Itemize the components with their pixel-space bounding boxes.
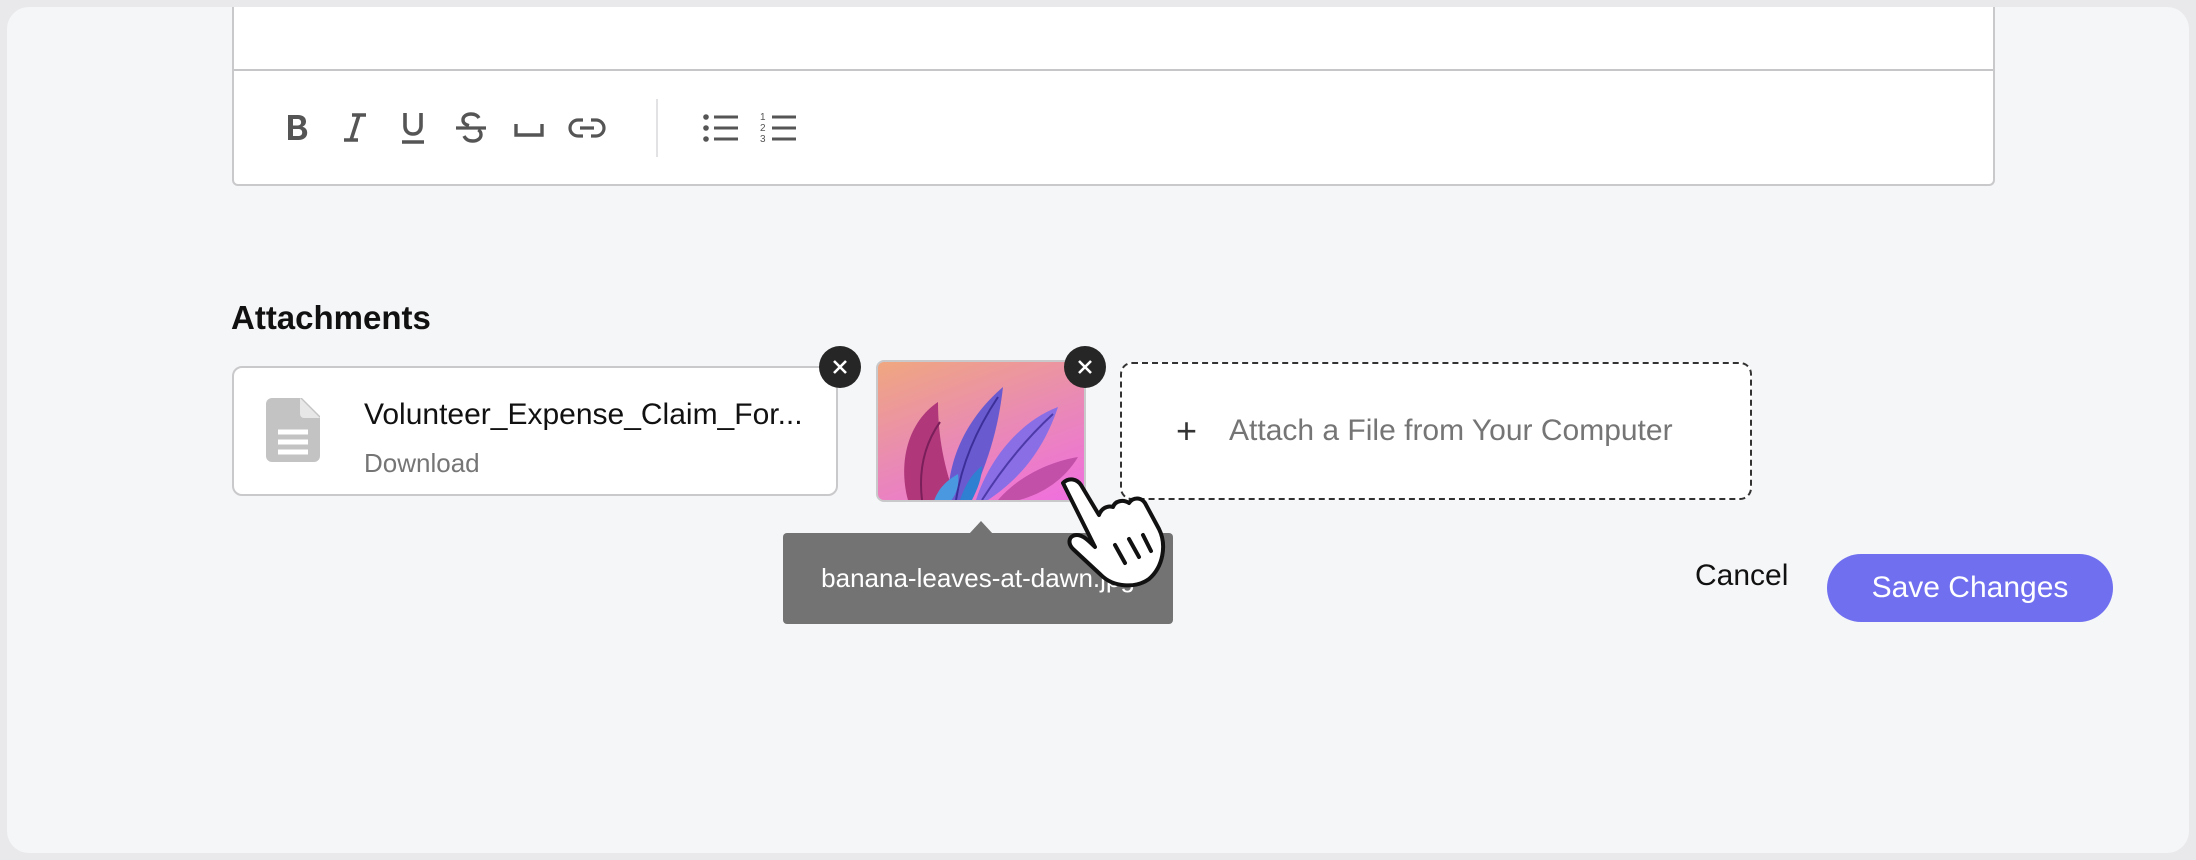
remove-image-button[interactable] [1064, 346, 1106, 388]
link-button[interactable] [562, 103, 612, 153]
underline-button[interactable] [388, 103, 438, 153]
bold-button[interactable] [272, 103, 322, 153]
bulleted-list-button[interactable] [696, 103, 746, 153]
space-icon [514, 124, 544, 137]
document-icon [266, 398, 320, 462]
download-link[interactable]: Download [364, 448, 480, 479]
close-icon [1078, 360, 1092, 374]
hand-pointer-icon [1061, 477, 1166, 588]
page-frame: 1 2 3 Attachments Volunteer_Expense_Clai… [7, 7, 2189, 853]
numbered-list-icon: 1 2 3 [760, 112, 796, 145]
attach-file-dropzone[interactable]: + Attach a File from Your Computer [1120, 362, 1752, 500]
space-button[interactable] [504, 103, 554, 153]
cancel-button[interactable]: Cancel [1695, 559, 1788, 593]
remove-file-button[interactable] [819, 346, 861, 388]
numbered-list-button[interactable]: 1 2 3 [754, 103, 804, 153]
svg-text:3: 3 [760, 134, 766, 145]
italic-icon [344, 113, 366, 142]
attach-file-label: Attach a File from Your Computer [1229, 414, 1673, 447]
link-icon [568, 118, 606, 138]
attachments-heading: Attachments [231, 299, 431, 336]
svg-text:1: 1 [760, 112, 766, 123]
plus-icon: + [1176, 410, 1198, 451]
bulleted-list-icon [703, 114, 738, 142]
formatting-toolbar: 1 2 3 [272, 69, 812, 187]
strikethrough-icon [456, 112, 486, 143]
file-name: Volunteer_Expense_Claim_For... [364, 398, 803, 431]
file-attachment-card: Volunteer_Expense_Claim_For... Download [232, 366, 838, 496]
underline-icon [402, 113, 424, 144]
rich-text-editor: 1 2 3 [232, 7, 1995, 186]
strikethrough-button[interactable] [446, 103, 496, 153]
italic-button[interactable] [330, 103, 380, 153]
svg-text:2: 2 [760, 123, 766, 134]
close-icon [833, 360, 847, 374]
bold-icon [288, 115, 308, 140]
toolbar-divider [656, 99, 658, 157]
editor-text-area[interactable] [234, 7, 1993, 71]
save-changes-button[interactable]: Save Changes [1827, 554, 2113, 622]
